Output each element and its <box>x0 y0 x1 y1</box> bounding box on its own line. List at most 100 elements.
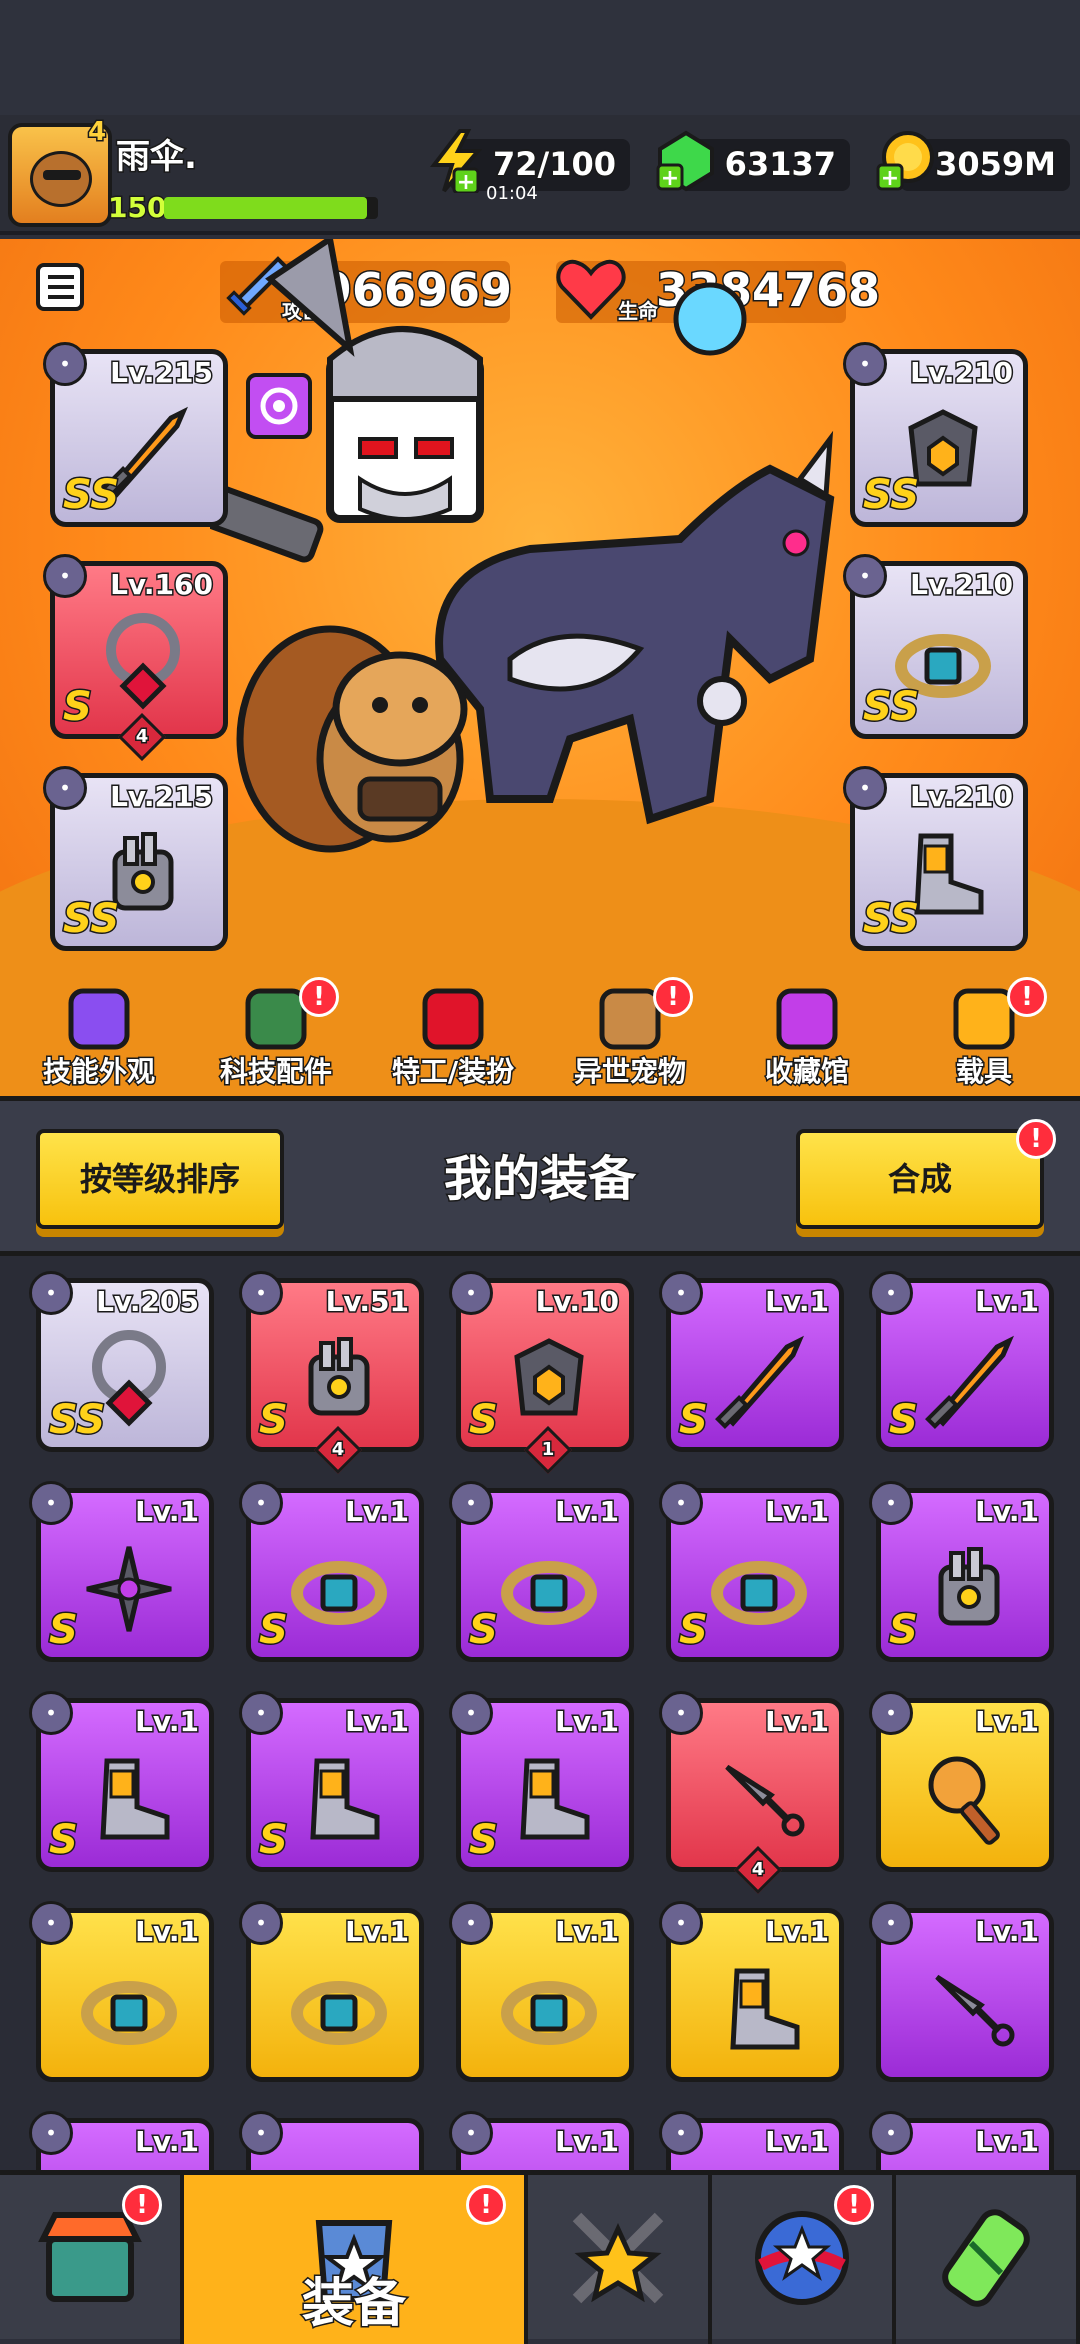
inventory-slot[interactable]: • Lv.1 S <box>449 1481 634 1662</box>
inventory-slot[interactable]: • Lv.1 <box>869 2111 1054 2170</box>
nav-tab-label: 装备 <box>300 2273 407 2336</box>
item-level: Lv.210 <box>909 779 1015 815</box>
inventory-slot[interactable]: • Lv.1 S <box>869 1481 1054 1662</box>
item-level: Lv.1 <box>134 1914 201 1950</box>
inventory-slot[interactable]: • Lv.1 <box>449 1901 634 2082</box>
gauntlet-icon <box>938 1547 1000 1626</box>
belt-icon <box>81 1981 177 2045</box>
slot-category-icon: • <box>43 554 87 598</box>
menu-button[interactable] <box>36 263 84 311</box>
sword-icon <box>925 1335 1014 1429</box>
inventory-slot[interactable]: • Lv.1 <box>659 1901 844 2082</box>
item-level: Lv.1 <box>344 1704 411 1740</box>
sword-icon <box>715 1335 804 1429</box>
equipment-grid: • Lv.205 SS • Lv.51 S 4 • Lv.10 S 1 • Lv.1 S • Lv.1 S • Lv… <box>0 1256 1080 2170</box>
item-rank: SS <box>47 1396 106 1445</box>
slot-category-icon: • <box>449 1481 493 1525</box>
gem-counter[interactable]: + 63137 <box>656 130 850 192</box>
gem-icon: + <box>656 130 714 192</box>
feature-skin[interactable]: 技能外观 <box>14 979 184 1096</box>
item-level: Lv.1 <box>764 2124 831 2160</box>
feature-tech[interactable]: 科技配件! <box>191 977 361 1096</box>
slot-category-icon: • <box>449 2111 493 2155</box>
inventory-slot[interactable]: • Lv.1 S <box>659 1271 844 1452</box>
collection-icon <box>776 988 838 1050</box>
slot-category-icon: • <box>43 766 87 810</box>
inventory-slot[interactable]: • Lv.1 S <box>29 1691 214 1872</box>
equipped-slot-left-2[interactable]: • Lv.160 S 4 <box>43 554 228 762</box>
equipped-slot-right-3[interactable]: • Lv.210 SS <box>843 766 1028 951</box>
sort-by-level-button[interactable]: 按等级排序 <box>36 1129 284 1229</box>
inventory-slot[interactable]: • Lv.1 <box>869 1901 1054 2082</box>
alert-badge: ! <box>653 977 693 1017</box>
star-count-badge: 4 <box>117 712 167 762</box>
inventory-slot[interactable]: • <box>239 2111 424 2170</box>
nav-tab-battle[interactable] <box>528 2175 712 2344</box>
slot-category-icon: • <box>29 1691 73 1735</box>
equipped-slot-left-3[interactable]: • Lv.215 SS <box>43 766 228 951</box>
slot-category-icon: • <box>659 1481 703 1525</box>
item-rank: S <box>258 1396 290 1445</box>
item-level: Lv.210 <box>909 567 1015 603</box>
energy-timer: 01:04 <box>486 183 538 204</box>
inventory-slot[interactable]: • Lv.1 <box>869 1691 1054 1872</box>
player-name: 雨伞. <box>115 136 199 179</box>
inventory-slot[interactable]: • Lv.1 4 <box>659 1691 844 1895</box>
equipped-slot-right-1[interactable]: • Lv.210 SS <box>843 342 1028 527</box>
xp-bar-fill <box>164 197 368 219</box>
gauntlet-icon <box>308 1337 370 1416</box>
inventory-slot[interactable]: • Lv.51 S 4 <box>239 1271 424 1475</box>
item-rank: S <box>48 1606 80 1655</box>
inventory-slot[interactable]: • Lv.1 <box>239 1901 424 2082</box>
inventory-slot[interactable]: • Lv.1 <box>449 2111 634 2170</box>
agent-icon <box>422 988 484 1050</box>
boots-icon <box>520 1758 590 1840</box>
equipped-slot-right-2[interactable]: • Lv.210 SS <box>843 554 1028 739</box>
item-rank: S <box>468 1816 500 1865</box>
inventory-slot[interactable]: • Lv.1 S <box>239 1691 424 1872</box>
nav-tab-shop[interactable]: ! <box>0 2175 184 2344</box>
feature-label: 科技配件 <box>218 1054 333 1090</box>
shuriken-icon <box>86 1546 172 1632</box>
inventory-slot[interactable]: • Lv.10 S 1 <box>449 1271 634 1475</box>
energy-counter[interactable]: + 72/100 <box>429 129 630 193</box>
item-rank: SS <box>861 683 920 732</box>
inventory-slot[interactable]: • Lv.1 S <box>869 1271 1054 1452</box>
nav-tab-evolve[interactable] <box>896 2175 1080 2344</box>
inventory-slot[interactable]: • Lv.205 SS <box>29 1271 214 1452</box>
feature-vehicle[interactable]: 载具! <box>899 977 1069 1096</box>
merge-button[interactable]: 合成 <box>796 1129 1044 1229</box>
alert-badge: ! <box>299 977 339 1017</box>
feature-collection[interactable]: 收藏馆 <box>722 979 892 1096</box>
equipped-slot-left-1[interactable]: • Lv.215 SS <box>43 342 228 527</box>
item-level: Lv.160 <box>109 567 215 603</box>
slot-category-icon: • <box>843 342 887 386</box>
slot-category-icon: • <box>659 1691 703 1735</box>
inventory-slot[interactable]: • Lv.1 S <box>659 1481 844 1662</box>
inventory-slot[interactable]: • Lv.1 <box>29 2111 214 2170</box>
nav-tab-equipment[interactable]: 装备! <box>184 2175 528 2344</box>
hero-panel: 攻击 966969 生命 3384768 技能外观 科技配件! 特工/装扮 异世… <box>0 239 1080 1096</box>
slot-category-icon: • <box>869 2111 913 2155</box>
feature-label: 收藏馆 <box>763 1054 850 1090</box>
inventory-slot[interactable]: • Lv.1 S <box>239 1481 424 1662</box>
gold-counter[interactable]: + 3059M <box>876 131 1070 191</box>
skill-gem-button[interactable] <box>246 373 312 439</box>
item-level: Lv.1 <box>134 1704 201 1740</box>
nav-tab-gacha[interactable]: ! <box>712 2175 896 2344</box>
inventory-slot[interactable]: • Lv.1 S <box>449 1691 634 1872</box>
inventory-slot[interactable]: • Lv.1 <box>29 1901 214 2082</box>
boots-icon <box>310 1758 380 1840</box>
item-level: Lv.1 <box>974 1494 1041 1530</box>
feature-pet[interactable]: 异世宠物! <box>545 977 715 1096</box>
inventory-slot[interactable]: • Lv.1 S <box>29 1481 214 1662</box>
star-count: 1 <box>540 1437 556 1461</box>
inventory-slot[interactable]: • Lv.1 <box>659 2111 844 2170</box>
alert-badge: ! <box>122 2185 162 2225</box>
svg-text:+: + <box>661 166 679 191</box>
feature-agent[interactable]: 特工/装扮 <box>368 979 538 1096</box>
energy-value: 72/100 <box>491 144 617 185</box>
svg-text:+: + <box>881 166 899 191</box>
slot-category-icon: • <box>239 1691 283 1735</box>
star-count: 4 <box>330 1437 346 1461</box>
